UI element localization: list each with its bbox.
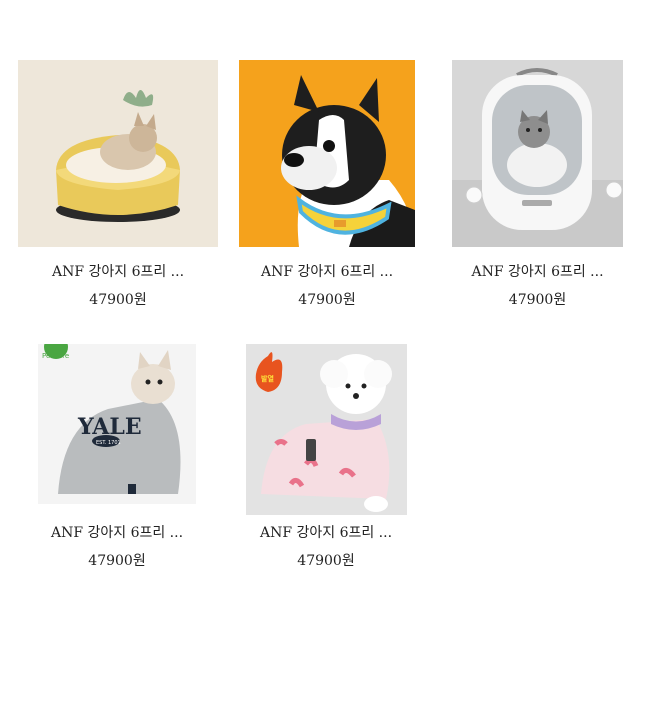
product-price: 47900원 <box>508 292 567 308</box>
product-price: 47900원 <box>297 553 355 569</box>
product-card[interactable]: ANF 강아지 6프리 ... 47900원 <box>239 60 415 309</box>
product-price: 47900원 <box>88 553 146 569</box>
cat-bed-image <box>18 60 218 247</box>
product-name[interactable]: ANF 강아지 6프리 ... <box>452 261 623 281</box>
badge-text: PetCare <box>42 352 69 360</box>
french-bulldog-image <box>239 60 415 247</box>
product-image[interactable]: 발열 <box>246 344 407 515</box>
product-name[interactable]: ANF 강아지 6프리 ... <box>239 261 415 281</box>
product-name[interactable]: ANF 강아지 6프리 ... <box>18 522 216 542</box>
dog-hoodie-image: PetCare YALE EST. 1701 <box>38 344 196 504</box>
product-price: 47900원 <box>298 292 356 308</box>
pet-carrier-image <box>452 60 623 247</box>
product-image[interactable] <box>18 60 218 247</box>
product-image[interactable]: PetCare YALE EST. 1701 <box>38 344 196 504</box>
product-card[interactable]: 발열 ANF 강아지 6프리 ... 47900원 <box>226 344 426 570</box>
product-card[interactable]: PetCare YALE EST. 1701 ANF 강아지 6프리 ... 4… <box>18 344 216 570</box>
product-price: 47900원 <box>89 292 147 308</box>
product-grid: ANF 강아지 6프리 ... 47900원 ANF 강아지 6프리 ... 4… <box>0 0 652 703</box>
product-card[interactable]: ANF 강아지 6프리 ... 47900원 <box>18 60 218 309</box>
heat-badge-text: 발열 <box>261 374 274 383</box>
product-card[interactable]: ANF 강아지 6프리 ... 47900원 <box>452 60 623 309</box>
product-name[interactable]: ANF 강아지 6프리 ... <box>226 522 426 542</box>
product-image[interactable] <box>239 60 415 247</box>
hoodie-subtext: EST. 1701 <box>96 440 121 446</box>
product-name[interactable]: ANF 강아지 6프리 ... <box>18 261 218 281</box>
product-image[interactable] <box>452 60 623 247</box>
poodle-vest-image: 발열 <box>246 344 407 515</box>
